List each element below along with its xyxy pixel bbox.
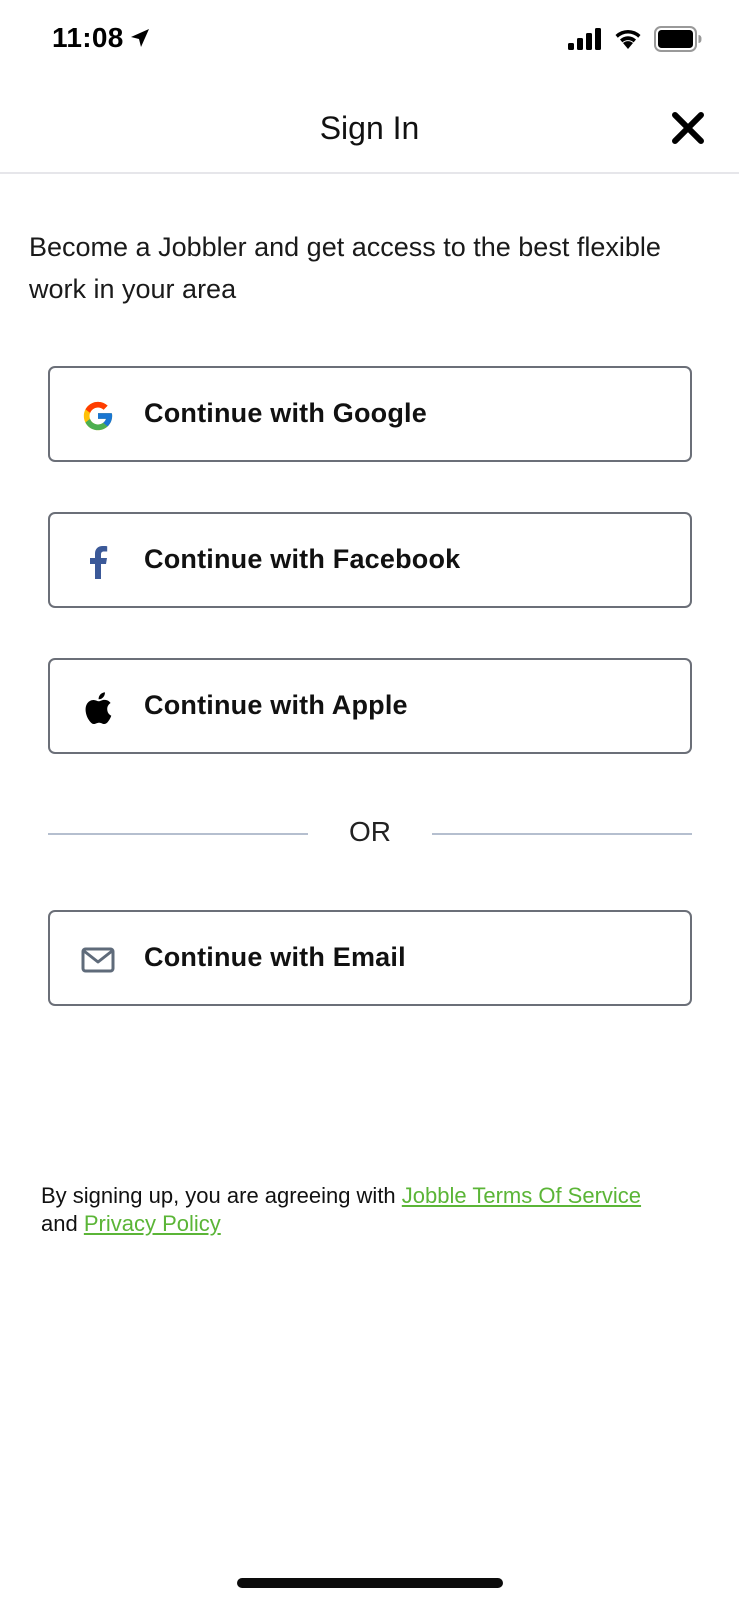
continue-with-google-button[interactable]: Continue with Google: [48, 366, 692, 462]
status-bar: 11:08: [0, 0, 739, 80]
page-title: Sign In: [319, 110, 420, 146]
continue-with-apple-button[interactable]: Continue with Apple: [48, 658, 692, 754]
or-label: OR: [349, 816, 391, 847]
facebook-icon: [80, 544, 116, 580]
status-time: 11:08: [52, 22, 124, 53]
divider-line-right: [432, 833, 692, 835]
intro-text: Become a Jobbler and get access to the b…: [29, 232, 661, 304]
terms-of-service-link[interactable]: Jobble Terms Of Service: [402, 1183, 641, 1208]
header: Sign In: [0, 84, 739, 174]
sign-in-screen: 11:08 Sign In Become a Jobbler and get a…: [0, 0, 739, 1600]
continue-with-email-button[interactable]: Continue with Email: [48, 910, 692, 1006]
or-divider: OR: [48, 812, 692, 856]
google-icon: [80, 398, 116, 434]
terms-prefix: By signing up, you are agreeing with: [41, 1183, 396, 1208]
terms-notice: By signing up, you are agreeing with Job…: [41, 1182, 721, 1238]
privacy-policy-link[interactable]: Privacy Policy: [84, 1211, 221, 1236]
facebook-button-label: Continue with Facebook: [144, 544, 461, 574]
google-button-label: Continue with Google: [144, 398, 427, 428]
apple-button-label: Continue with Apple: [144, 690, 408, 720]
home-indicator[interactable]: [237, 1578, 503, 1588]
location-arrow-icon: [131, 29, 149, 47]
apple-icon: [80, 690, 116, 726]
wifi-icon: [615, 29, 641, 49]
cellular-signal-icon: [568, 28, 601, 50]
email-button-label: Continue with Email: [144, 942, 406, 972]
continue-with-facebook-button[interactable]: Continue with Facebook: [48, 512, 692, 608]
close-icon[interactable]: [668, 108, 708, 148]
terms-connector: and: [41, 1211, 78, 1236]
mail-icon: [80, 942, 116, 978]
battery-icon: [654, 26, 702, 52]
